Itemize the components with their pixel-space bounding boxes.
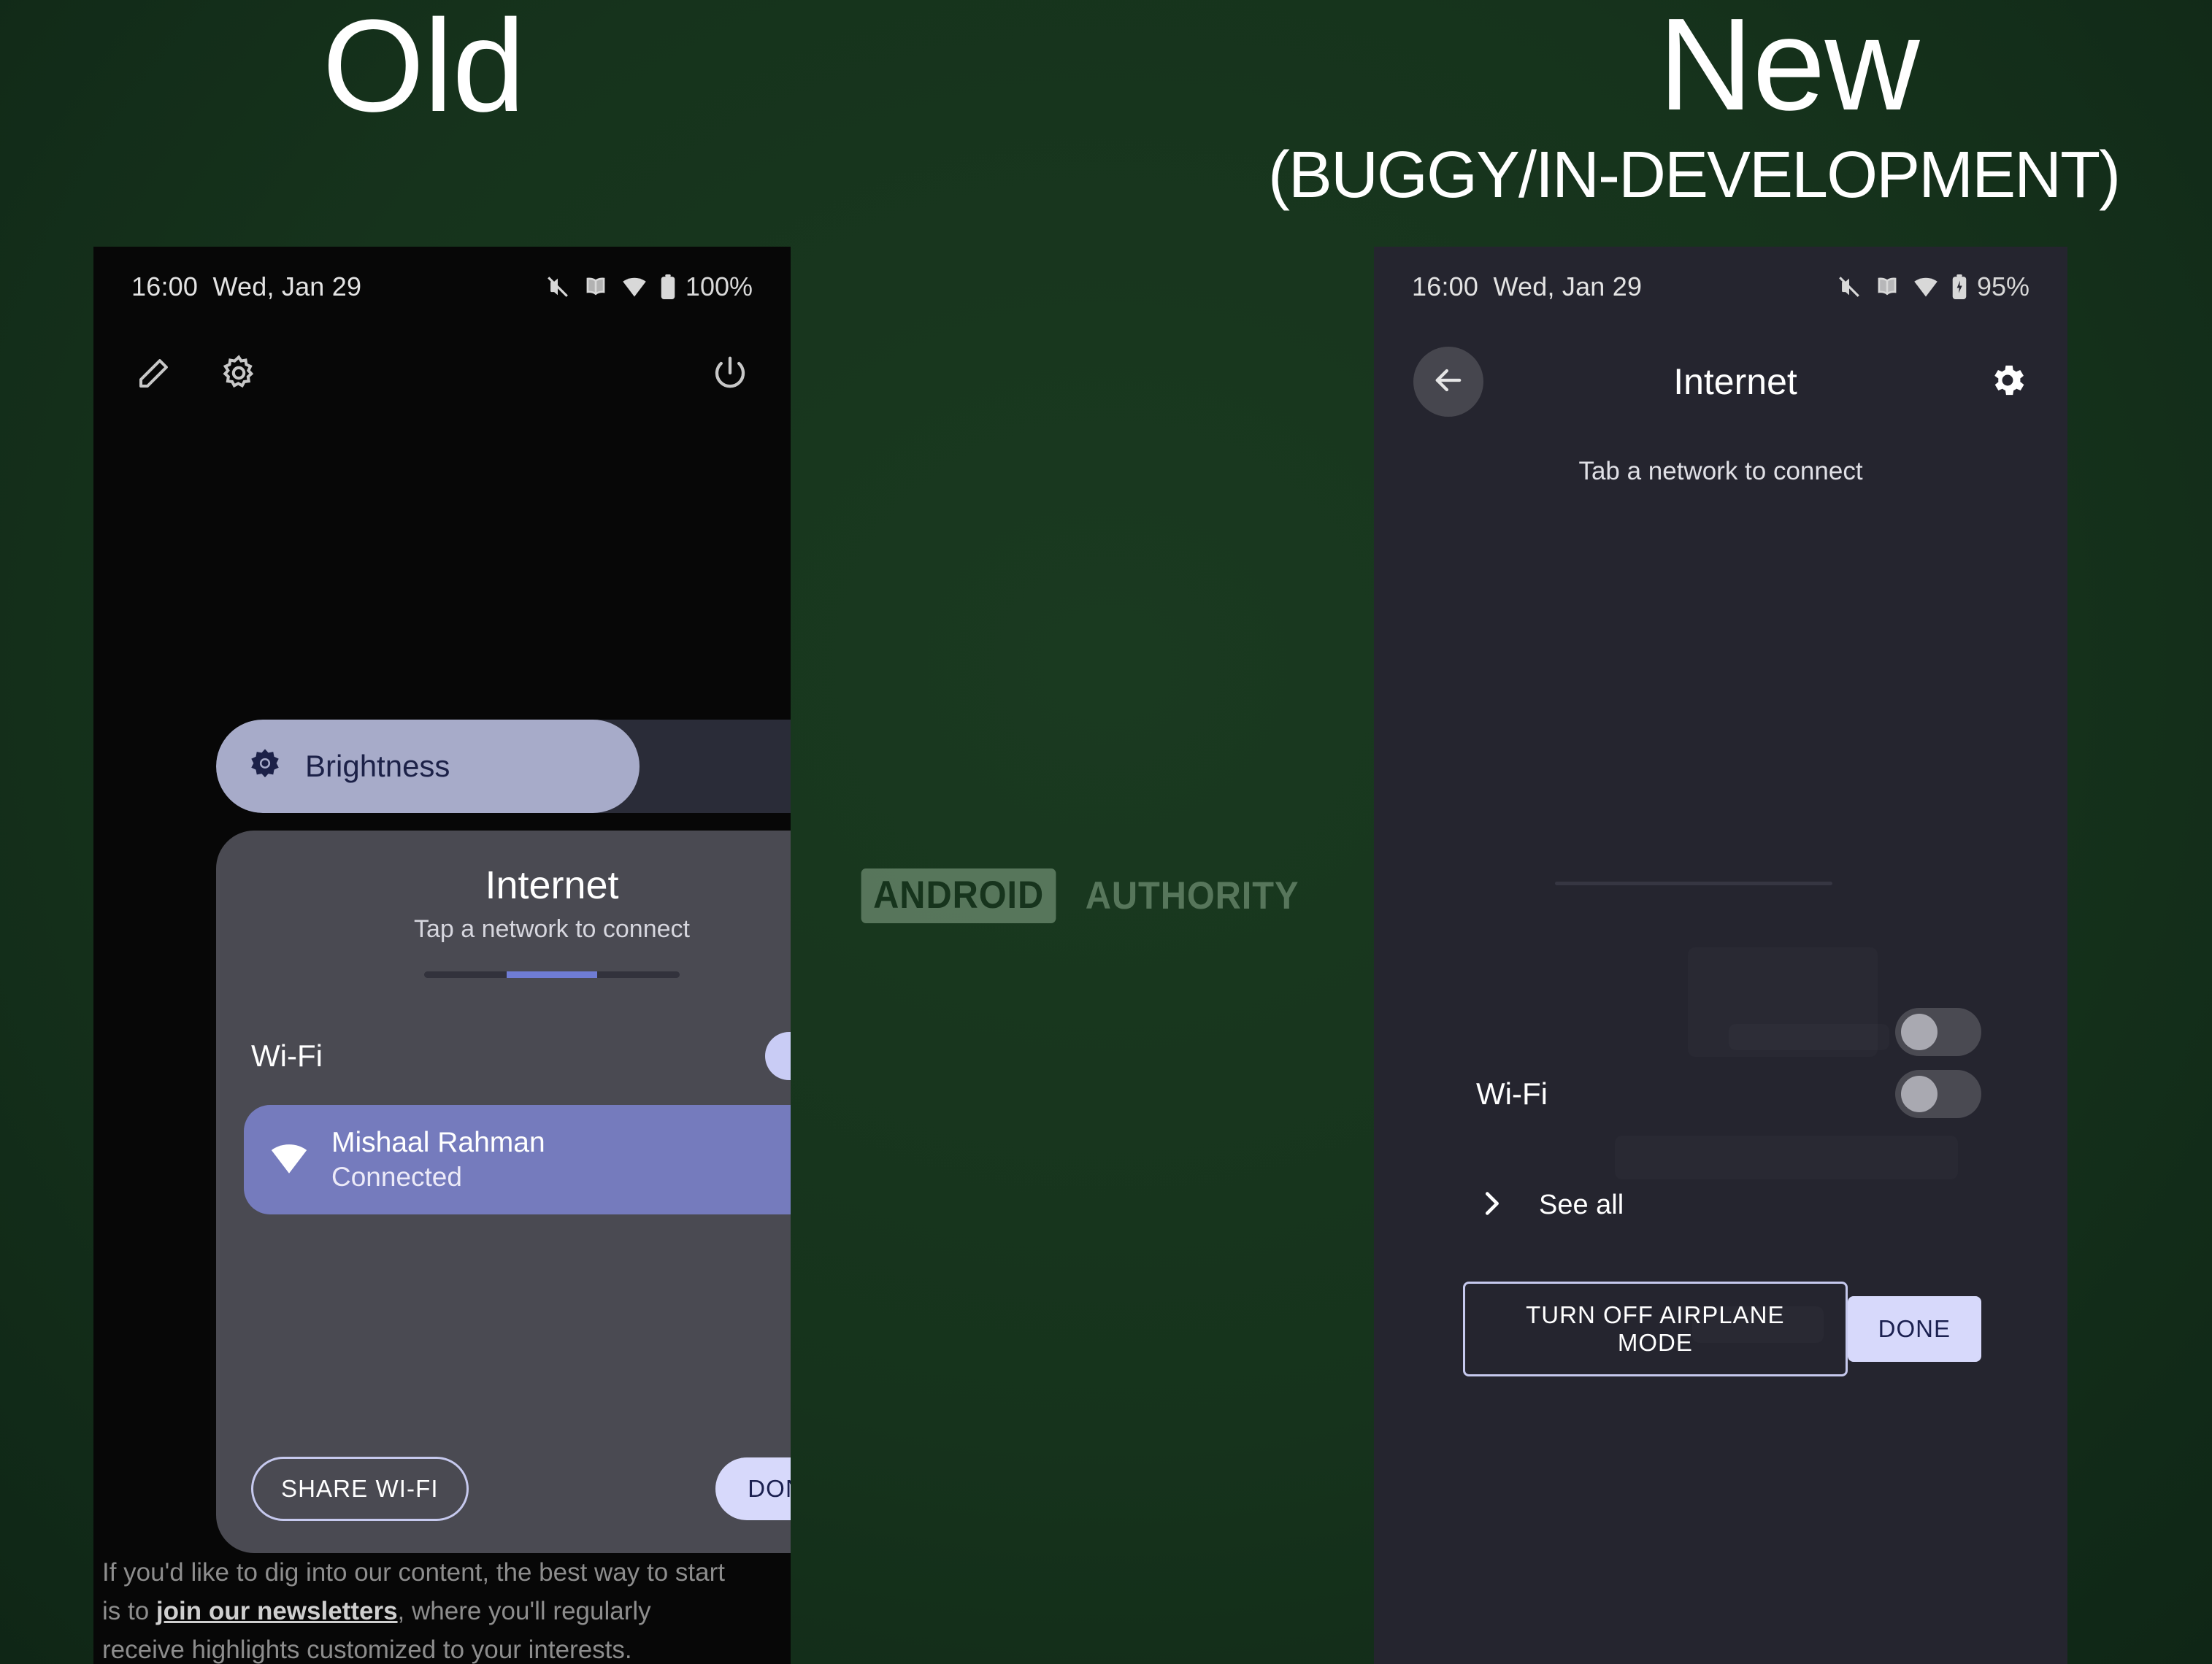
status-bar-icons: 100% — [545, 271, 753, 302]
wifi-toggle-row[interactable]: Wi-Fi — [216, 1032, 791, 1080]
old-phone-screenshot: 16:00 Wed, Jan 29 100% Brightness Intern… — [93, 247, 791, 1664]
wifi-label: Wi-Fi — [1476, 1076, 1548, 1111]
wifi-icon — [269, 1141, 310, 1179]
page-indicator-segment — [597, 971, 680, 978]
gear-icon[interactable] — [219, 353, 258, 396]
status-bar-date: Wed, Jan 29 — [1493, 271, 1643, 301]
internet-panel: Internet Tap a network to connect Wi-Fi — [216, 831, 791, 1553]
new-heading: New — [1658, 0, 1919, 138]
quick-settings-header — [93, 327, 791, 422]
status-bar-date: Wed, Jan 29 — [212, 271, 362, 301]
brightness-slider[interactable]: Brightness — [216, 720, 791, 813]
page-indicator-segment-active — [506, 971, 598, 978]
comparison-canvas: Old New (BUGGY/IN-DEVELOPMENT) 16:00 Wed… — [0, 0, 2212, 1664]
toggle-knob — [1901, 1076, 1938, 1112]
turn-off-airplane-mode-button[interactable]: TURN OFF AIRPLANE MODE — [1463, 1282, 1848, 1376]
see-all-label: See all — [1539, 1190, 1624, 1220]
battery-icon — [660, 274, 676, 299]
wifi-toggle-row[interactable]: Wi-Fi — [1476, 1070, 1981, 1118]
network-name: Mishaal Rahman — [331, 1126, 545, 1158]
wifi-icon — [621, 276, 648, 298]
status-bar-time: 16:00 — [131, 271, 199, 301]
battery-percent: 95% — [1976, 271, 2029, 301]
wifi-toggle-switch[interactable] — [765, 1032, 791, 1080]
status-bar-clock-date: 16:00 Wed, Jan 29 — [1412, 271, 1642, 302]
newsletter-blurb: If you'd like to dig into our content, t… — [102, 1553, 730, 1664]
new-phone-screenshot: 16:00 Wed, Jan 29 95% Internet Tab a net… — [1374, 247, 2067, 1664]
old-heading: Old — [322, 0, 525, 139]
brightness-icon — [247, 747, 283, 787]
watermark-text: AUTHORITY — [1086, 874, 1299, 917]
ghost-placeholder — [1615, 1136, 1958, 1179]
back-button[interactable] — [1413, 347, 1483, 417]
orphan-toggle-switch[interactable] — [1895, 1008, 1981, 1056]
new-subheading: (BUGGY/IN-DEVELOPMENT) — [1267, 139, 2121, 212]
status-bar-time: 16:00 — [1412, 271, 1479, 301]
internet-panel-title: Internet — [485, 863, 619, 907]
new-status-bar: 16:00 Wed, Jan 29 95% — [1374, 247, 2067, 327]
brightness-label: Brightness — [305, 749, 450, 783]
status-bar-icons: 95% — [1837, 271, 2029, 302]
power-icon[interactable] — [710, 353, 750, 396]
share-wifi-button[interactable]: SHARE WI-FI — [251, 1457, 469, 1521]
wifi-label: Wi-Fi — [251, 1039, 323, 1073]
wifi-icon — [1913, 276, 1939, 298]
page-indicator — [1555, 882, 1832, 885]
old-status-bar: 16:00 Wed, Jan 29 100% — [93, 247, 791, 327]
book-icon — [583, 276, 609, 298]
android-authority-watermark: ANDROID AUTHORITY — [853, 868, 1308, 923]
see-all-row[interactable]: See all — [1475, 1187, 1624, 1224]
newsletter-link[interactable]: join our newsletters — [156, 1597, 398, 1625]
done-button[interactable]: DONE — [715, 1457, 791, 1520]
mute-icon — [545, 274, 570, 299]
arrow-left-icon — [1429, 361, 1467, 403]
internet-app-bar: Internet — [1374, 327, 2067, 436]
network-list-item[interactable]: Mishaal Rahman Connected — [244, 1105, 791, 1214]
internet-panel-subtitle: Tap a network to connect — [413, 915, 690, 943]
toggle-knob — [1901, 1014, 1938, 1050]
ghost-placeholder — [1729, 1024, 1889, 1050]
internet-panel-actions: SHARE WI-FI DONE — [216, 1457, 791, 1521]
chevron-right-icon — [1475, 1187, 1508, 1224]
internet-panel-actions: TURN OFF AIRPLANE MODE DONE — [1463, 1282, 1981, 1376]
status-bar-clock-date: 16:00 Wed, Jan 29 — [131, 271, 361, 302]
internet-panel-subtitle: Tab a network to connect — [1578, 457, 1863, 485]
watermark-badge: ANDROID — [861, 868, 1056, 923]
page-indicator-segment — [424, 971, 507, 978]
gear-icon[interactable] — [1987, 360, 2028, 404]
pencil-icon[interactable] — [134, 353, 174, 396]
page-title: Internet — [1673, 361, 1797, 402]
mute-icon — [1837, 274, 1862, 299]
battery-charging-icon — [1951, 274, 1967, 299]
page-indicator[interactable] — [424, 971, 680, 978]
done-button[interactable]: DONE — [1847, 1296, 1981, 1362]
wifi-toggle-switch[interactable] — [1895, 1070, 1981, 1118]
book-icon — [1874, 276, 1900, 298]
network-status: Connected — [331, 1162, 462, 1193]
battery-percent: 100% — [685, 271, 753, 301]
